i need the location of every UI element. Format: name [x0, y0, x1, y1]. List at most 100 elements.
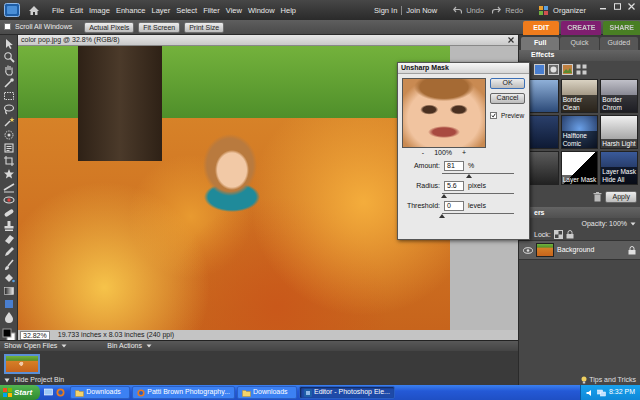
browser-icon[interactable] [56, 388, 65, 397]
preview-image[interactable] [402, 78, 486, 148]
view-button[interactable]: Fit Screen [138, 22, 180, 33]
taskbar-item[interactable]: Editor - Photoshop Ele... [299, 386, 395, 399]
trash-icon[interactable] [593, 192, 602, 202]
shape-tool-icon[interactable] [2, 298, 16, 310]
panel-tab[interactable]: Full [521, 37, 559, 50]
dialog-title-bar[interactable]: Unsharp Mask [398, 63, 529, 74]
slider-thumb[interactable] [441, 194, 447, 198]
slider-track[interactable] [442, 211, 514, 218]
undo-button[interactable]: Undo [453, 6, 484, 15]
close-icon[interactable] [626, 2, 636, 10]
slider-track[interactable] [442, 191, 514, 198]
opacity-control[interactable]: Opacity: 100% [519, 218, 640, 229]
minimize-icon[interactable] [598, 2, 608, 10]
hand-tool-icon[interactable] [2, 64, 16, 76]
checkbox-box[interactable] [4, 23, 11, 30]
document-close-icon[interactable] [507, 36, 515, 44]
view-button[interactable]: Print Size [184, 22, 224, 33]
network-icon[interactable] [597, 389, 606, 397]
paint-bucket-tool-icon[interactable] [2, 272, 16, 284]
field-input[interactable]: 0 [444, 201, 464, 211]
healing-brush-tool-icon[interactable] [2, 207, 16, 219]
menu-item[interactable]: File [52, 6, 64, 15]
panel-tab[interactable]: Quick [560, 37, 598, 50]
show-open-files-dropdown[interactable]: Show Open Files [4, 342, 67, 350]
effect-thumbnail[interactable]: Harsh Light [600, 115, 638, 149]
menu-item[interactable]: View [226, 6, 242, 15]
show-all-icon[interactable] [576, 64, 587, 75]
panel-tab[interactable]: Guided [600, 37, 638, 50]
show-desktop-icon[interactable] [44, 388, 53, 397]
account-link[interactable]: Sign In [374, 6, 397, 15]
cancel-button[interactable]: Cancel [490, 93, 525, 104]
mode-tab[interactable]: SHARE [603, 21, 640, 35]
pencil-tool-icon[interactable] [2, 246, 16, 258]
magic-wand-tool-icon[interactable] [2, 116, 16, 128]
bin-actions-dropdown[interactable]: Bin Actions [107, 342, 152, 350]
mode-tab[interactable]: CREATE [561, 21, 601, 35]
menu-item[interactable]: Image [89, 6, 110, 15]
tips-and-tricks-link[interactable]: Tips and Tricks [519, 375, 640, 385]
lock-all-icon[interactable] [566, 230, 574, 239]
clone-stamp-tool-icon[interactable] [2, 220, 16, 232]
zoom-tool-icon[interactable] [2, 51, 16, 63]
photo-effects-icon[interactable] [562, 64, 573, 75]
ok-button[interactable]: OK [490, 78, 525, 89]
redo-button[interactable]: Redo [492, 6, 523, 15]
slider-thumb[interactable] [466, 174, 472, 178]
menu-item[interactable]: Window [248, 6, 275, 15]
straighten-tool-icon[interactable] [2, 181, 16, 193]
eraser-tool-icon[interactable] [2, 233, 16, 245]
move-tool-icon[interactable] [2, 38, 16, 50]
layer-row[interactable]: Background [519, 240, 640, 260]
type-tool-icon[interactable] [2, 142, 16, 154]
start-button[interactable]: Start [0, 385, 40, 400]
eyedropper-tool-icon[interactable] [2, 77, 16, 89]
crop-tool-icon[interactable] [2, 155, 16, 167]
effect-thumbnail[interactable]: Border Chrom [600, 79, 638, 113]
effect-thumbnail[interactable]: Halftone Comic [561, 115, 599, 149]
checkbox-box[interactable] [490, 112, 497, 119]
cookie-cutter-tool-icon[interactable] [2, 168, 16, 180]
quick-selection-tool-icon[interactable] [2, 129, 16, 141]
home-icon[interactable] [28, 5, 40, 16]
slider-thumb[interactable] [439, 214, 445, 218]
hide-project-bin-button[interactable]: Hide Project Bin [0, 376, 518, 385]
bin-file-thumbnail[interactable] [4, 354, 40, 374]
account-link[interactable]: Join Now [401, 6, 437, 15]
taskbar-item[interactable]: Downloads [237, 386, 297, 399]
visibility-eye-icon[interactable] [523, 247, 533, 254]
volume-icon[interactable] [586, 389, 594, 397]
menu-item[interactable]: Help [281, 6, 296, 15]
zoom-in-button[interactable]: + [462, 149, 466, 157]
menu-item[interactable]: Edit [70, 6, 83, 15]
mode-tab[interactable]: EDIT [523, 21, 559, 35]
effect-thumbnail[interactable]: Border Clean [561, 79, 599, 113]
gradient-tool-icon[interactable] [2, 285, 16, 297]
menu-item[interactable]: Enhance [116, 6, 146, 15]
red-eye-tool-icon[interactable] [2, 194, 16, 206]
preview-checkbox[interactable]: Preview [490, 112, 525, 120]
menu-item[interactable]: Layer [152, 6, 171, 15]
menu-item[interactable]: Select [176, 6, 197, 15]
brush-tool-icon[interactable] [2, 259, 16, 271]
zoom-level[interactable]: 32.82% [20, 331, 50, 340]
taskbar-item[interactable]: Patti Brown Photography... [132, 386, 235, 399]
scroll-all-checkbox[interactable]: Scroll All Windows [4, 23, 72, 31]
lasso-tool-icon[interactable] [2, 103, 16, 115]
view-button[interactable]: Actual Pixels [84, 22, 134, 33]
maximize-icon[interactable] [612, 2, 622, 10]
taskbar-item[interactable]: Downloads [70, 386, 130, 399]
app-logo-icon[interactable] [4, 3, 20, 17]
apply-button[interactable]: Apply [605, 191, 637, 203]
organizer-button[interactable]: Organizer [539, 6, 586, 15]
zoom-out-button[interactable]: - [422, 149, 424, 157]
layer-styles-icon[interactable] [548, 64, 559, 75]
effect-thumbnail[interactable]: Layer Mask Hide All [600, 151, 638, 185]
marquee-tool-icon[interactable] [2, 90, 16, 102]
filters-icon[interactable] [534, 64, 545, 75]
field-input[interactable]: 81 [444, 161, 464, 171]
menu-item[interactable]: Filter [203, 6, 220, 15]
field-input[interactable]: 5.6 [444, 181, 464, 191]
blur-tool-icon[interactable] [2, 311, 16, 323]
